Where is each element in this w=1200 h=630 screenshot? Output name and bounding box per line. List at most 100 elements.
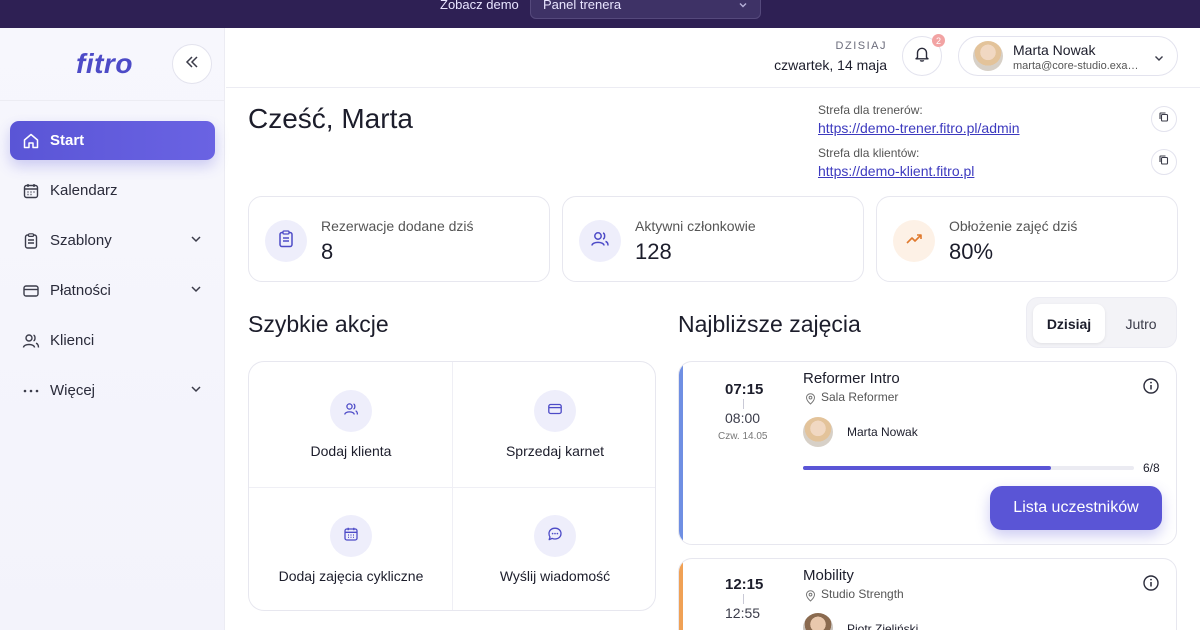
day-toggle: Dzisiaj Jutro <box>1026 297 1177 348</box>
sidebar-item-label: Start <box>50 132 85 149</box>
user-name: Marta Nowak <box>1013 42 1096 58</box>
send-message-button[interactable]: Wyślij wiadomość <box>453 487 655 610</box>
quick-actions-title: Szybkie akcje <box>248 311 389 337</box>
sidebar-item-kalendarz[interactable]: Kalendarz <box>10 171 215 210</box>
home-icon <box>22 132 40 150</box>
copy-client-link-button[interactable] <box>1151 149 1177 175</box>
calendar-repeat-icon <box>343 526 359 547</box>
today-date: czwartek, 14 maja <box>774 57 887 73</box>
message-icon <box>547 526 563 547</box>
stat-value: 80% <box>949 239 994 264</box>
sidebar: fitro Start Kalendarz Szablony Płatności… <box>0 28 225 630</box>
class-name: Mobility <box>803 567 854 584</box>
copy-trainer-link-button[interactable] <box>1151 106 1177 132</box>
today-label: DZISIAJ <box>835 40 887 52</box>
location-pin-icon <box>805 392 816 410</box>
tab-dzisiaj[interactable]: Dzisiaj <box>1033 304 1105 343</box>
avatar <box>973 41 1003 71</box>
sidebar-item-wiecej[interactable]: Więcej <box>10 371 215 410</box>
stat-label: Obłożenie zajęć dziś <box>949 218 1078 234</box>
class-accent-bar <box>679 559 683 630</box>
chevron-down-icon <box>1153 51 1165 69</box>
stat-icon-circle <box>893 220 935 262</box>
sidebar-item-szablony[interactable]: Szablony <box>10 221 215 260</box>
sidebar-item-start[interactable]: Start <box>10 121 215 160</box>
chevron-down-icon <box>189 232 203 250</box>
stat-value: 8 <box>321 239 334 264</box>
sidebar-item-platnosci[interactable]: Płatności <box>10 271 215 310</box>
sell-pass-button[interactable]: Sprzedaj karnet <box>453 362 655 487</box>
trainer-avatar <box>803 417 833 447</box>
class-start-time: 12:15 <box>725 576 764 593</box>
stat-label: Rezerwacje dodane dziś <box>321 218 474 234</box>
chevron-down-icon <box>738 0 748 15</box>
trainer-zone-link[interactable]: https://demo-trener.fitro.pl/admin <box>818 120 1020 136</box>
action-label: Wyślij wiadomość <box>499 568 611 584</box>
stat-label: Aktywni członkowie <box>635 218 756 234</box>
class-room: Sala Reformer <box>821 390 899 404</box>
location-pin-icon <box>805 589 816 607</box>
action-icon-circle <box>330 390 372 432</box>
participants-list-button[interactable]: Lista uczestników <box>990 486 1162 530</box>
top-header: DZISIAJ czwartek, 14 maja 2 Marta Nowak … <box>226 28 1200 88</box>
trainer-name: Marta Nowak <box>847 425 918 439</box>
collapse-sidebar-button[interactable] <box>172 44 212 84</box>
client-zone-link[interactable]: https://demo-klient.fitro.pl <box>818 163 974 179</box>
upcoming-classes-title: Najbliższe zajęcia <box>678 311 861 337</box>
sidebar-item-label: Kalendarz <box>50 182 118 199</box>
users-icon <box>22 332 40 350</box>
logo[interactable]: fitro <box>76 48 133 80</box>
capacity-progress-bar <box>803 466 1134 470</box>
sidebar-item-klienci[interactable]: Klienci <box>10 321 215 360</box>
class-room: Studio Strength <box>821 587 904 601</box>
stat-icon-circle <box>579 220 621 262</box>
capacity-progress-fill <box>803 466 1052 470</box>
time-separator <box>743 399 744 409</box>
copy-icon <box>1158 153 1170 171</box>
stat-card-bookings: Rezerwacje dodane dziś 8 <box>248 196 550 282</box>
class-card[interactable]: 07:15 08:00 Czw. 14.05 Reformer Intro Sa… <box>678 361 1177 545</box>
action-label: Dodaj klienta <box>310 443 392 459</box>
add-recurring-class-button[interactable]: Dodaj zajęcia cykliczne <box>249 487 453 610</box>
action-label: Sprzedaj karnet <box>505 443 605 459</box>
copy-icon <box>1158 110 1170 128</box>
notification-count-badge: 2 <box>932 34 945 47</box>
double-chevron-left-icon <box>184 54 200 75</box>
sidebar-item-label: Płatności <box>50 282 111 299</box>
class-name: Reformer Intro <box>803 370 900 387</box>
bell-icon <box>913 45 931 68</box>
class-start-time: 07:15 <box>725 381 764 398</box>
user-email: marta@core-studio.example <box>1013 60 1147 72</box>
action-icon-circle <box>534 390 576 432</box>
user-menu-button[interactable]: Marta Nowak marta@core-studio.example <box>958 36 1178 76</box>
stat-icon-circle <box>265 220 307 262</box>
class-accent-bar <box>679 362 683 544</box>
calendar-icon <box>22 182 40 200</box>
stat-card-occupancy: Obłożenie zajęć dziś 80% <box>876 196 1178 282</box>
trainer-avatar <box>803 613 833 630</box>
sidebar-item-label: Klienci <box>50 332 95 349</box>
client-zone-label: Strefa dla klientów: <box>818 146 920 160</box>
action-icon-circle <box>534 515 576 557</box>
time-separator <box>743 594 744 604</box>
sidebar-item-label: Więcej <box>50 382 96 399</box>
demo-view-selected: Panel trenera <box>543 0 622 12</box>
chevron-down-icon <box>189 382 203 400</box>
add-client-button[interactable]: Dodaj klienta <box>249 362 453 487</box>
trending-up-icon <box>904 229 924 254</box>
class-end-time: 08:00 <box>725 410 761 426</box>
demo-view-select[interactable]: Panel trenera <box>530 0 761 19</box>
class-date: Czw. 14.05 <box>718 431 768 442</box>
chevron-down-icon <box>189 282 203 300</box>
trainer-name: Piotr Zieliński <box>847 622 919 630</box>
brand-row: fitro <box>0 28 225 101</box>
users-icon <box>590 229 610 254</box>
capacity-count: 6/8 <box>1143 461 1160 475</box>
class-card[interactable]: 12:15 12:55 Mobility Studio Strength Pio… <box>678 558 1177 630</box>
info-icon[interactable] <box>1142 574 1160 597</box>
user-plus-icon <box>343 401 359 422</box>
tab-jutro[interactable]: Jutro <box>1109 304 1173 343</box>
info-icon[interactable] <box>1142 377 1160 400</box>
action-icon-circle <box>330 515 372 557</box>
trainer-zone-label: Strefa dla trenerów: <box>818 103 923 117</box>
